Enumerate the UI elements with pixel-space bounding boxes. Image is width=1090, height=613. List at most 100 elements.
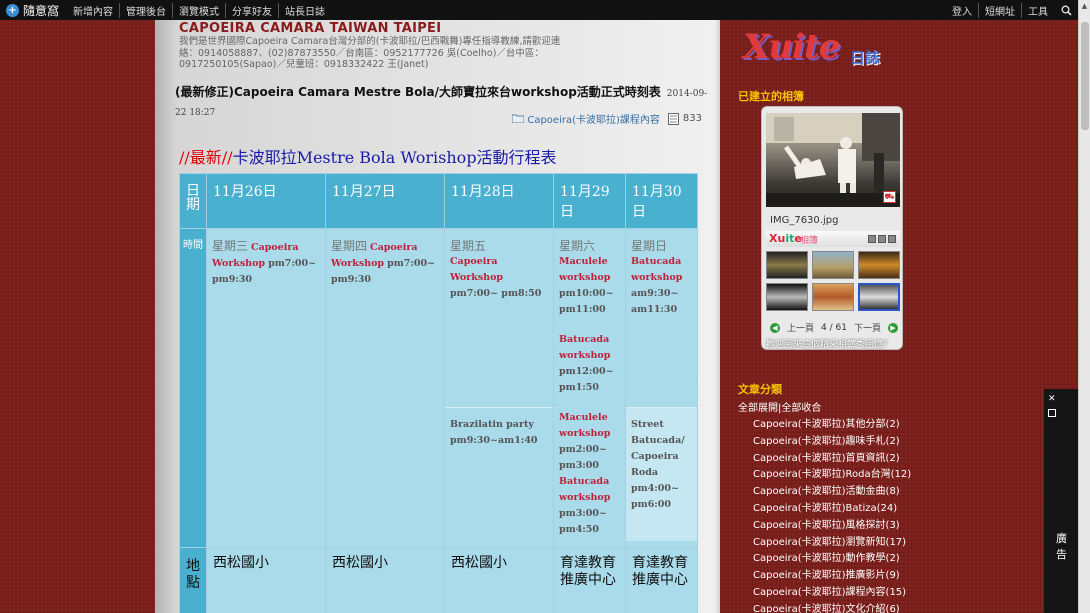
ad-label[interactable]: 廣告: [1056, 531, 1068, 563]
schedule-heading-prefix: //最新//: [179, 148, 233, 167]
category-item[interactable]: Capoeira(卡波耶拉)Roda台灣(12): [738, 467, 918, 484]
event-time: am9:30~ am11:30: [631, 288, 679, 315]
schedule-table: 日期 11月26日 11月27日 11月28日 11月29日 11月30日 時間…: [179, 173, 698, 613]
date-cell: 11月30日: [625, 173, 698, 229]
thumbnail[interactable]: [812, 251, 854, 279]
close-icon[interactable]: ✕: [1048, 395, 1056, 404]
place-cell: 育達教育推廣中心: [553, 547, 626, 613]
nav-admin[interactable]: 管理後台: [119, 2, 172, 18]
nav-admin-log[interactable]: 站長日誌: [278, 2, 331, 18]
category-item[interactable]: Capoeira(卡波耶拉)文化介紹(6): [738, 602, 918, 613]
table-row: 時間 星期三 Capoeira Workshop pm7:00~ pm9:30 …: [179, 228, 698, 548]
album-heading: 已建立的相簿: [738, 90, 804, 103]
thumbnail[interactable]: [858, 251, 900, 279]
xuite-logo-text: Xuite: [743, 27, 840, 67]
next-arrow-icon[interactable]: ▶: [887, 322, 898, 333]
category-list: 全部展開|全部收合 Capoeira(卡波耶拉)其他分部(2) Capoeira…: [738, 399, 918, 613]
weekday: 星期六: [559, 239, 596, 253]
brand-label: 隨意窩: [23, 3, 60, 18]
category-item[interactable]: Capoeira(卡波耶拉)趣味手札(2): [738, 434, 918, 451]
post-category-link[interactable]: Capoeira(卡波耶拉)課程內容: [527, 111, 660, 126]
weekday: 星期日: [631, 239, 668, 253]
xuite-album-logo: Xuite: [769, 232, 802, 245]
category-item[interactable]: Capoeira(卡波耶拉)風格探討(3): [738, 518, 918, 535]
brand-link[interactable]: + 隨意窩: [0, 2, 67, 19]
event-name: Capoeira Workshop: [450, 256, 504, 283]
album-close-icon[interactable]: [888, 235, 896, 243]
album-note[interactable]: 歡迎回來這個精采相簿秀回憶？: [766, 337, 892, 350]
album-photo[interactable]: ⛟: [766, 113, 900, 207]
date-cell: 11月27日: [325, 173, 445, 229]
time-cell: 星期日 Batucada workshop am9:30~ am11:30 St…: [625, 228, 698, 548]
category-item[interactable]: Capoeira(卡波耶拉)Batiza(24): [738, 501, 918, 518]
page-indicator: 4 / 61: [821, 322, 847, 333]
tools-link[interactable]: 工具: [1021, 2, 1054, 18]
event-time: pm4:00~ pm6:00: [631, 483, 679, 510]
xuite-logo-icon: +: [6, 3, 19, 17]
category-item[interactable]: Capoeira(卡波耶拉)首頁資訊(2): [738, 451, 918, 468]
event-name: Maculele workshop: [559, 256, 611, 283]
prev-arrow-icon[interactable]: ◀: [770, 322, 780, 333]
nav-browse-mode[interactable]: 瀏覽模式: [172, 2, 225, 18]
date-cell: 11月28日: [444, 173, 554, 229]
category-item[interactable]: Capoeira(卡波耶拉)課程內容(15): [738, 585, 918, 602]
category-item[interactable]: Capoeira(卡波耶拉)動作教學(2): [738, 551, 918, 568]
page-scrollbar[interactable]: ▲: [1078, 0, 1090, 613]
event-time: pm9:30~am1:40: [450, 435, 538, 446]
event-name: Batucada workshop: [559, 476, 611, 503]
row-label-date: 日期: [179, 173, 207, 229]
folder-icon: [511, 114, 525, 124]
date-cell: 11月26日: [206, 173, 326, 229]
event-time: pm7:00~ pm8:50: [450, 288, 542, 299]
album-minimize-icon[interactable]: [868, 235, 876, 243]
post-title-text[interactable]: (最新修正)Capoeira Camara Mestre Bola/大師寶拉來台…: [175, 85, 661, 99]
thumbnail[interactable]: [766, 283, 808, 311]
document-icon: [667, 112, 679, 125]
album-toolbar: Xuite 相簿: [766, 231, 900, 247]
album-filename[interactable]: IMG_7630.jpg: [770, 215, 838, 226]
album-label: 相簿: [800, 236, 819, 246]
short-url-link[interactable]: 短網址: [978, 2, 1021, 18]
shopping-cart-icon[interactable]: ⛟: [883, 191, 896, 203]
category-item[interactable]: Capoeira(卡波耶拉)其他分部(2): [738, 417, 918, 434]
place-cell: 西松國小: [444, 547, 554, 613]
thumbnail[interactable]: [858, 283, 900, 311]
schedule-heading: //最新//卡波耶拉Mestre Bola Worishop活動行程表: [179, 144, 557, 168]
expand-collapse-all[interactable]: 全部展開|全部收合: [738, 399, 918, 414]
blog-title[interactable]: CAPOEIRA CAMARA TAIWAN TAIPEI: [179, 21, 441, 36]
time-cell: 星期三 Capoeira Workshop pm7:00~ pm9:30: [206, 228, 326, 548]
event-name: Batucada workshop: [631, 256, 683, 283]
scrollbar-thumb[interactable]: [1081, 22, 1089, 130]
weekday: 星期三: [212, 239, 249, 253]
thumbnail[interactable]: [812, 283, 854, 311]
scroll-up-icon[interactable]: ▲: [1079, 0, 1090, 12]
category-item[interactable]: Capoeira(卡波耶拉)活動金曲(8): [738, 484, 918, 501]
prev-page-link[interactable]: 上一頁: [787, 321, 814, 334]
category-heading: 文章分類: [738, 383, 782, 396]
next-page-link[interactable]: 下一頁: [854, 321, 881, 334]
event-time: pm2:00~ pm3:00: [559, 444, 607, 471]
search-icon[interactable]: [1058, 3, 1074, 17]
thumbnail[interactable]: [766, 251, 808, 279]
schedule-heading-title: 卡波耶拉Mestre Bola Worishop活動行程表: [232, 148, 557, 167]
weekday: 星期四: [331, 239, 368, 253]
album-maximize-icon[interactable]: [878, 235, 886, 243]
ad-panel: ✕ 廣告: [1044, 389, 1078, 613]
category-item[interactable]: Capoeira(卡波耶拉)瀏覽新知(17): [738, 535, 918, 552]
view-count: 833: [682, 113, 702, 124]
xuite-blog-logo[interactable]: Xuite 日誌: [743, 27, 883, 73]
blog-description: 我們是世界國際Capoeira Camara台灣分部的(卡波耶拉/巴西戰舞)專任…: [179, 36, 561, 70]
event-name: Brazilatin party: [450, 419, 534, 430]
row-label-time: 時間: [179, 228, 207, 548]
login-link[interactable]: 登入: [946, 3, 978, 18]
nav-share-friends[interactable]: 分享好友: [225, 2, 278, 18]
event-time: pm12:00~ pm1:50: [559, 366, 614, 393]
category-item[interactable]: Capoeira(卡波耶拉)推廣影片(9): [738, 568, 918, 585]
nav-add-content[interactable]: 新增內容: [67, 3, 119, 18]
event-name: Batucada workshop: [559, 334, 611, 361]
album-thumbnails: [766, 251, 900, 311]
place-cell: 西松國小: [325, 547, 445, 613]
expand-icon[interactable]: [1048, 409, 1056, 417]
event-name: Street Batucada/ Capoeira Roda: [631, 419, 685, 478]
main-content: CAPOEIRA CAMARA TAIWAN TAIPEI 我們是世界國際Cap…: [155, 20, 720, 613]
